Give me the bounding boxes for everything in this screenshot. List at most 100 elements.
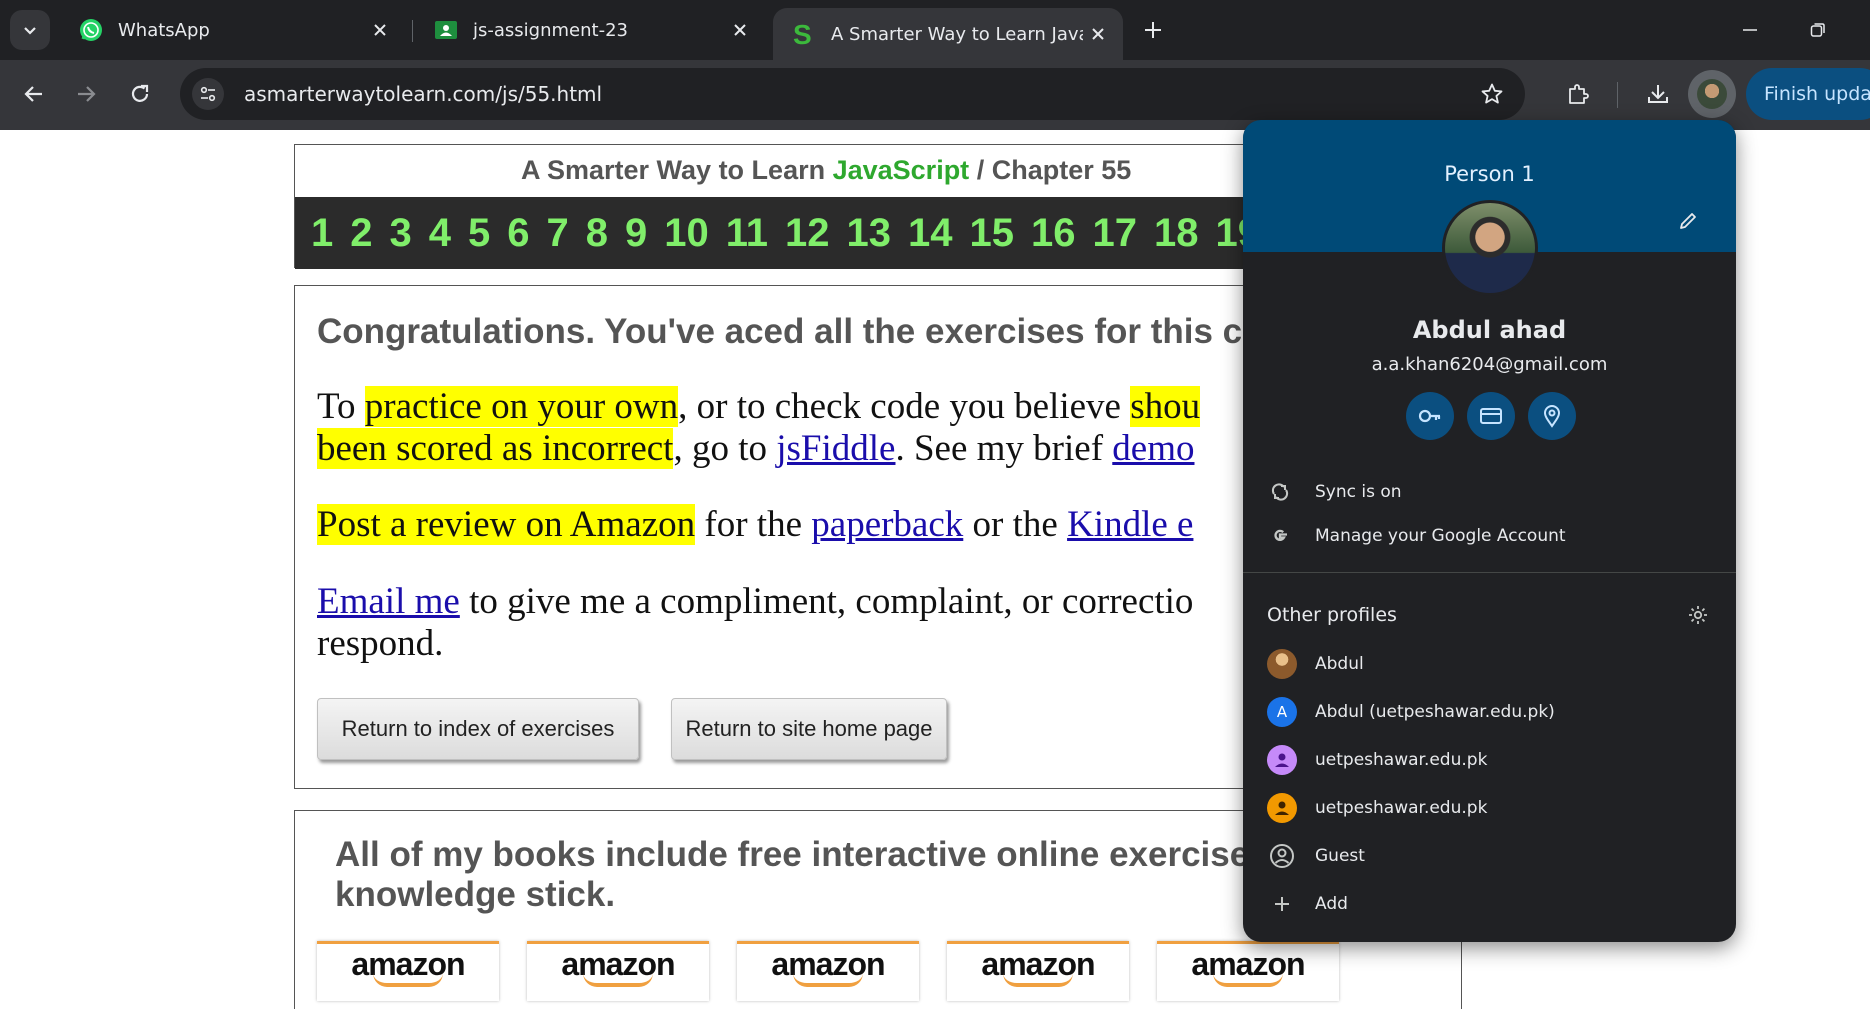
profile-row-abdul-uet[interactable]: A Abdul (uetpeshawar.edu.pk) <box>1243 690 1736 734</box>
return-to-home-button[interactable]: Return to site home page <box>671 698 947 760</box>
smarter-way-s-icon: S <box>791 20 817 48</box>
chapter-link[interactable]: 3 <box>390 211 412 256</box>
location-pin-icon[interactable] <box>1528 392 1576 440</box>
forward-button[interactable] <box>66 74 106 114</box>
manage-account-row[interactable]: Manage your Google Account <box>1243 514 1736 558</box>
address-bar[interactable]: asmarterwaytolearn.com/js/55.html <box>180 68 1525 120</box>
google-classroom-icon <box>433 17 459 43</box>
tab-title: WhatsApp <box>118 19 210 41</box>
profile-row-abdul[interactable]: Abdul <box>1243 642 1736 686</box>
amazon-badge[interactable]: amazon <box>737 941 919 1001</box>
plus-icon <box>1145 22 1161 38</box>
amazon-badge[interactable]: amazon <box>317 941 499 1001</box>
chapter-link[interactable]: 18 <box>1154 211 1199 256</box>
tab-title: js-assignment-23 <box>473 19 628 41</box>
highlighted-text: Post a review on Amazon <box>317 504 696 545</box>
profile-row-uet-1[interactable]: uetpeshawar.edu.pk <box>1243 738 1736 782</box>
tab-smarter-way[interactable]: S A Smarter Way to Learn JavaScr <box>773 8 1123 60</box>
chapter-link[interactable]: 7 <box>547 211 569 256</box>
profile-button[interactable] <box>1688 70 1736 118</box>
chapter-link[interactable]: 13 <box>847 211 892 256</box>
profile-row-label: uetpeshawar.edu.pk <box>1315 798 1488 818</box>
tab-js-assignment[interactable]: js-assignment-23 <box>415 8 765 52</box>
tab-whatsapp[interactable]: WhatsApp <box>60 8 405 52</box>
download-icon <box>1648 85 1668 103</box>
chapter-link[interactable]: 14 <box>908 211 953 256</box>
kindle-link[interactable]: Kindle e <box>1067 504 1193 545</box>
chapter-link[interactable]: 17 <box>1093 211 1138 256</box>
svg-text:S: S <box>793 20 812 48</box>
chapter-link[interactable]: 6 <box>507 211 529 256</box>
url-text: asmarterwaytolearn.com/js/55.html <box>244 82 603 106</box>
profile-name: Abdul ahad <box>1412 316 1567 344</box>
back-button[interactable] <box>14 74 54 114</box>
credit-card-icon[interactable] <box>1467 392 1515 440</box>
text: for the <box>695 504 812 545</box>
text: to give me a compliment, complaint, or c… <box>459 581 1194 622</box>
chapter-link[interactable]: 10 <box>664 211 709 256</box>
return-to-index-button[interactable]: Return to index of exercises <box>317 698 639 760</box>
paperback-link[interactable]: paperback <box>811 504 963 545</box>
whatsapp-icon <box>78 17 104 43</box>
arrow-left-icon <box>24 86 42 102</box>
text: , or to check code you believe <box>678 386 1131 427</box>
amazon-badge[interactable]: amazon <box>1157 941 1339 1001</box>
extensions-button[interactable] <box>1558 74 1598 114</box>
pencil-icon[interactable] <box>1673 206 1703 236</box>
chapter-link[interactable]: 9 <box>625 211 647 256</box>
chapter-label: Chapter 55 <box>991 155 1132 185</box>
amazon-smile-icon <box>583 973 653 987</box>
profile-row-uet-2[interactable]: uetpeshawar.edu.pk <box>1243 786 1736 830</box>
new-tab-button[interactable] <box>1135 12 1171 48</box>
gear-icon[interactable] <box>1683 600 1713 630</box>
chapter-link[interactable]: 11 <box>726 211 768 256</box>
chapter-link[interactable]: 12 <box>785 211 830 256</box>
site-settings-icon[interactable] <box>192 78 224 110</box>
sync-label: Sync is on <box>1315 482 1402 502</box>
add-profile-row[interactable]: Add <box>1243 882 1736 926</box>
chapter-link[interactable]: 1 <box>311 211 333 256</box>
downloads-button[interactable] <box>1638 74 1678 114</box>
profile-row-label: Abdul <box>1315 654 1364 674</box>
close-icon[interactable] <box>365 15 395 45</box>
close-icon[interactable] <box>1083 19 1113 49</box>
person-icon <box>1267 745 1297 775</box>
finish-update-button[interactable]: Finish update <box>1746 68 1870 120</box>
profile-row-label: Abdul (uetpeshawar.edu.pk) <box>1315 702 1555 722</box>
tab-strip: WhatsApp js-assignment-23 S A Smarter Wa… <box>0 0 1870 60</box>
highlighted-text: shou <box>1130 386 1201 427</box>
tab-search-button[interactable] <box>10 10 50 50</box>
chapter-link[interactable]: 4 <box>429 211 451 256</box>
sync-status-row[interactable]: Sync is on <box>1243 470 1736 514</box>
chapter-link[interactable]: 5 <box>468 211 490 256</box>
bookmark-star-icon[interactable] <box>1477 79 1507 109</box>
restore-button[interactable] <box>1798 12 1838 48</box>
amazon-badge[interactable]: amazon <box>527 941 709 1001</box>
avatar: A <box>1267 697 1297 727</box>
chapter-link[interactable]: 16 <box>1031 211 1076 256</box>
highlighted-text: practice on your own <box>364 386 679 427</box>
avatar <box>1697 79 1727 109</box>
minimize-icon <box>1743 29 1757 31</box>
chapter-link[interactable]: 2 <box>350 211 372 256</box>
title-prefix: A Smarter Way to Learn <box>521 155 833 185</box>
title-separator: / <box>969 155 992 185</box>
amazon-smile-icon <box>1003 973 1073 987</box>
quick-actions <box>1406 392 1576 442</box>
demo-link[interactable]: demo <box>1112 428 1194 469</box>
chapter-link[interactable]: 8 <box>586 211 608 256</box>
person-label: Person 1 <box>1444 162 1535 186</box>
reload-button[interactable] <box>120 74 160 114</box>
jsfiddle-link[interactable]: jsFiddle <box>776 428 895 469</box>
guest-profile-row[interactable]: Guest <box>1243 834 1736 878</box>
key-icon[interactable] <box>1406 392 1454 440</box>
manage-account-label: Manage your Google Account <box>1315 526 1566 546</box>
minimize-button[interactable] <box>1730 12 1770 48</box>
chapter-link[interactable]: 15 <box>970 211 1015 256</box>
guest-icon <box>1267 841 1297 871</box>
tab-divider <box>412 20 413 42</box>
close-icon[interactable] <box>725 15 755 45</box>
amazon-badge[interactable]: amazon <box>947 941 1129 1001</box>
email-me-link[interactable]: Email me <box>317 581 460 622</box>
text: To <box>317 386 365 427</box>
